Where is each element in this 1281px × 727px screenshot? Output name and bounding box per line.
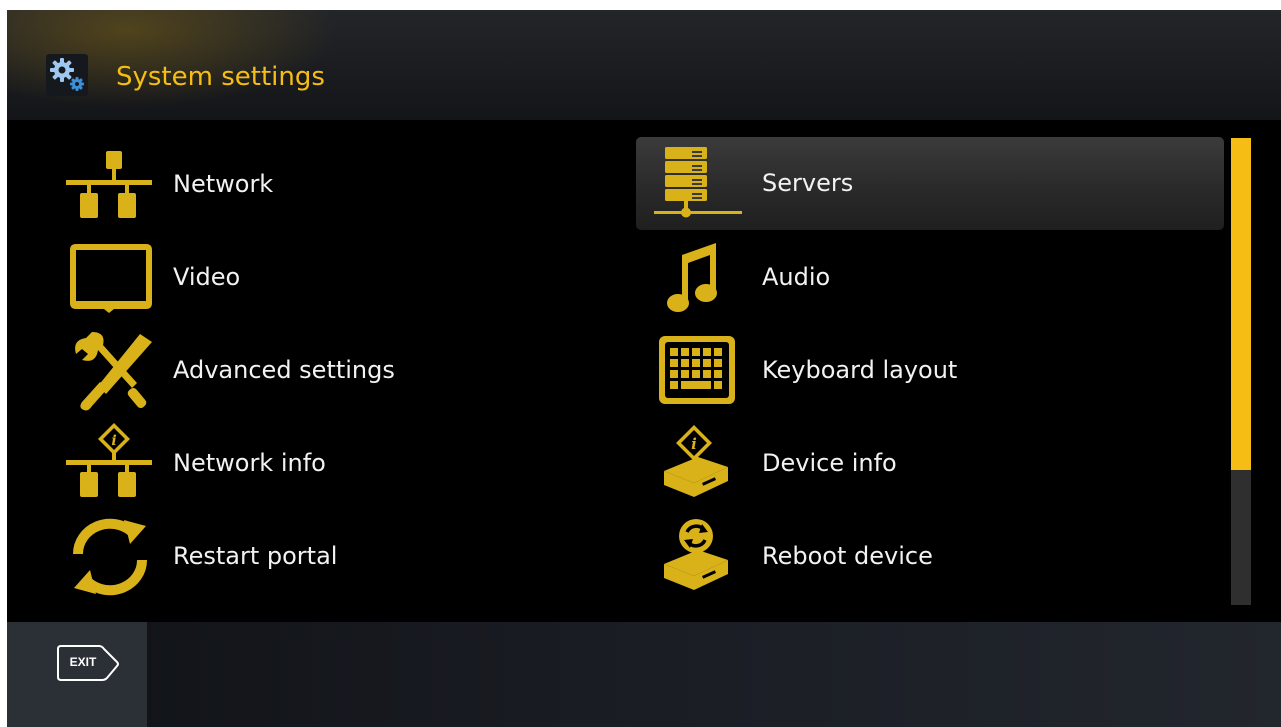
tools-icon bbox=[66, 324, 166, 417]
menu-item-audio[interactable]: Audio bbox=[636, 231, 1224, 324]
menu-item-label: Keyboard layout bbox=[762, 356, 958, 384]
page-title: System settings bbox=[116, 62, 325, 92]
menu-item-label: Servers bbox=[762, 169, 854, 197]
monitor-icon bbox=[66, 231, 166, 324]
exit-key-panel: EXIT bbox=[7, 622, 147, 727]
footer-bar: EXIT bbox=[7, 622, 1281, 727]
menu-item-advanced-settings[interactable]: Advanced settings bbox=[66, 324, 654, 417]
menu-item-restart-portal[interactable]: Restart portal bbox=[66, 510, 654, 603]
menu-item-label: Restart portal bbox=[173, 542, 338, 570]
exit-button[interactable]: EXIT bbox=[55, 642, 121, 686]
network-info-icon: i bbox=[66, 417, 166, 510]
menu-item-servers[interactable]: Servers bbox=[636, 137, 1224, 230]
network-icon bbox=[66, 138, 166, 231]
menu-item-label: Video bbox=[173, 263, 241, 291]
reboot-icon bbox=[636, 510, 736, 603]
menu-item-video[interactable]: Video bbox=[66, 231, 654, 324]
scrollbar[interactable] bbox=[1231, 138, 1251, 605]
menu-item-label: Network info bbox=[173, 449, 326, 477]
header-bar: System settings bbox=[7, 10, 1281, 120]
svg-text:i: i bbox=[111, 433, 116, 449]
svg-text:i: i bbox=[691, 435, 697, 453]
settings-screen: System settings Network Video Advanced s… bbox=[7, 10, 1281, 727]
menu-item-reboot-device[interactable]: Reboot device bbox=[636, 510, 1224, 603]
menu-item-label: Reboot device bbox=[762, 542, 933, 570]
restart-icon bbox=[66, 510, 166, 603]
menu-item-keyboard-layout[interactable]: Keyboard layout bbox=[636, 324, 1224, 417]
menu-item-network-info[interactable]: i Network info bbox=[66, 417, 654, 510]
keyboard-icon bbox=[636, 324, 736, 417]
gears-icon bbox=[46, 54, 88, 96]
menu-item-label: Network bbox=[173, 170, 274, 198]
menu-item-label: Device info bbox=[762, 449, 897, 477]
music-note-icon bbox=[636, 231, 736, 324]
scrollbar-thumb[interactable] bbox=[1231, 138, 1251, 470]
menu-item-network[interactable]: Network bbox=[66, 138, 654, 231]
menu-item-label: Advanced settings bbox=[173, 356, 395, 384]
servers-icon bbox=[636, 137, 742, 230]
device-info-icon: i bbox=[636, 417, 736, 510]
menu-item-label: Audio bbox=[762, 263, 831, 291]
exit-label: EXIT bbox=[69, 655, 97, 669]
menu-item-device-info[interactable]: i Device info bbox=[636, 417, 1224, 510]
